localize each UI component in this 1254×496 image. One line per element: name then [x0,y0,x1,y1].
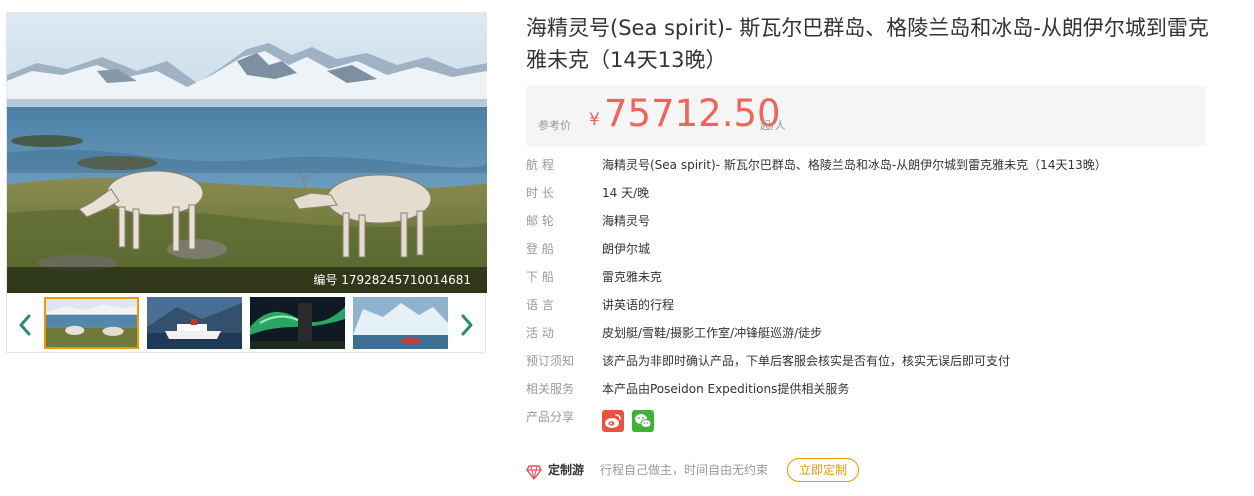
detail-activities: 活 动 皮划艇/雪鞋/摄影工作室/冲锋艇巡游/徒步 [526,320,1226,348]
reindeer-landscape-image [7,13,487,293]
detail-booking-notice: 预订须知 该产品为非即时确认产品，下单后客服会核实是否有位，核实无误后即可支付 [526,348,1226,376]
photo-gallery: 编号 17928245710014681 [6,12,487,353]
detail-ship: 邮 轮 海精灵号 [526,208,1226,236]
detail-label: 活 动 [526,326,554,340]
detail-label: 登 船 [526,242,554,256]
price-box: 参考价 ¥ 75712.50 起/人 [526,86,1206,146]
product-title: 海精灵号(Sea spirit)- 斯瓦尔巴群岛、格陵兰岛和冰岛-从朗伊尔城到雷… [526,16,1209,72]
detail-label: 邮 轮 [526,214,554,228]
chevron-right-icon[interactable] [459,313,475,337]
main-photo[interactable]: 编号 17928245710014681 [7,13,487,293]
detail-value: 雷克雅未克 [602,270,663,284]
detail-label: 语 言 [526,298,554,312]
weibo-icon[interactable] [602,410,624,432]
customize-now-button[interactable]: 立即定制 [787,458,859,482]
price-label: 参考价 [538,119,571,132]
detail-label: 航 程 [526,158,554,172]
detail-disembark: 下 船 雷克雅未克 [526,264,1226,292]
detail-label: 产品分享 [526,410,575,424]
photo-code: 编号 17928245710014681 [7,267,487,293]
detail-value: 本产品由Poseidon Expeditions提供相关服务 [602,382,850,396]
thumbnail-aurora[interactable] [250,297,345,349]
detail-share: 产品分享 [526,404,1226,432]
detail-value: 讲英语的行程 [602,298,675,312]
detail-label: 时 长 [526,186,554,200]
thumbnail-icebergs[interactable] [353,297,448,349]
detail-label: 预订须知 [526,354,575,368]
detail-value: 朗伊尔城 [602,242,651,256]
price-value: 75712.50 [604,92,781,135]
detail-value: 该产品为非即时确认产品，下单后客服会核实是否有位，核实无误后即可支付 [602,354,1011,368]
chevron-left-icon[interactable] [17,313,33,337]
price-unit: 起/人 [760,119,786,132]
diamond-icon [526,462,542,490]
thumbnail-reindeer[interactable] [44,297,139,349]
detail-value: 14 天/晚 [602,186,650,200]
custom-tour-title: 定制游 [548,463,585,477]
custom-tour-description: 行程自己做主，时间自由无约束 [600,463,769,477]
detail-value: 海精灵号 [602,214,651,228]
detail-embark: 登 船 朗伊尔城 [526,236,1226,264]
product-details: 航 程 海精灵号(Sea spirit)- 斯瓦尔巴群岛、格陵兰岛和冰岛-从朗伊… [526,152,1226,432]
thumbnail-strip [7,293,487,353]
detail-label: 相关服务 [526,382,575,396]
wechat-icon[interactable] [632,410,654,432]
detail-value: 海精灵号(Sea spirit)- 斯瓦尔巴群岛、格陵兰岛和冰岛-从朗伊尔城到雷… [602,158,1107,172]
detail-duration: 时 长 14 天/晚 [526,180,1226,208]
detail-label: 下 船 [526,270,554,284]
price-currency: ¥ [589,110,600,130]
detail-related-services: 相关服务 本产品由Poseidon Expeditions提供相关服务 [526,376,1226,404]
detail-value: 皮划艇/雪鞋/摄影工作室/冲锋艇巡游/徒步 [602,326,823,340]
detail-route: 航 程 海精灵号(Sea spirit)- 斯瓦尔巴群岛、格陵兰岛和冰岛-从朗伊… [526,152,1226,180]
detail-language: 语 言 讲英语的行程 [526,292,1226,320]
thumbnail-cruise-ship[interactable] [147,297,242,349]
